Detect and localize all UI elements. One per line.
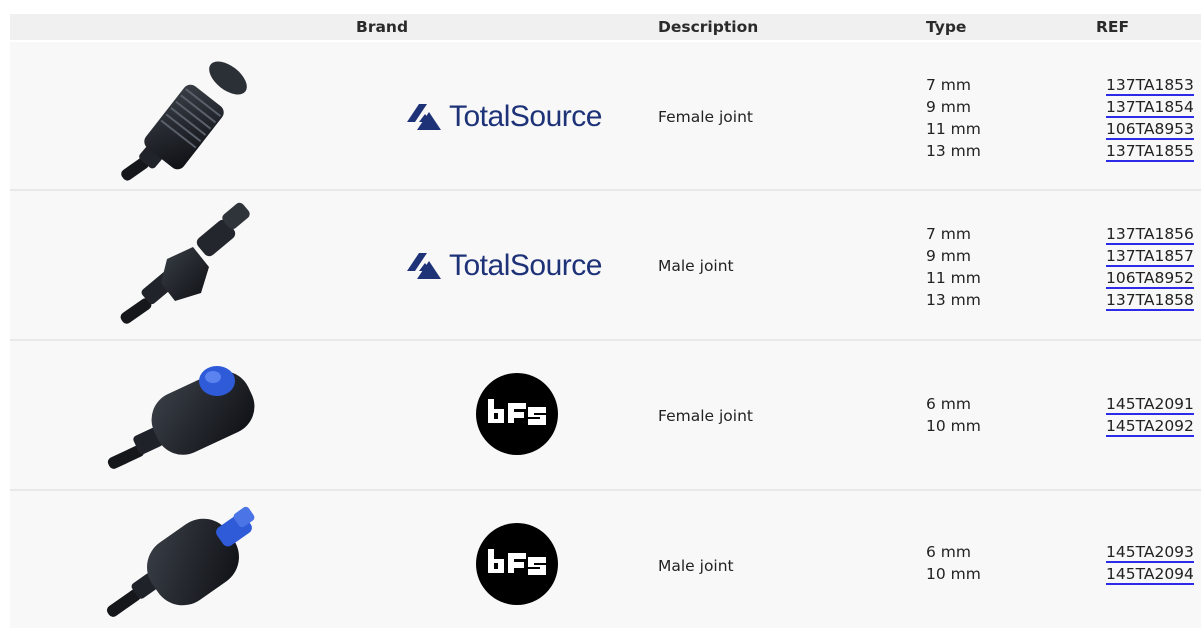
type-item: 6 mm [926,543,971,561]
ref-link[interactable]: 137TA1853 [1106,76,1194,96]
ref-link[interactable]: 145TA2093 [1106,543,1194,563]
brand-name: TotalSource [449,100,602,133]
female-quick-coupler-image [105,347,265,487]
ref-link[interactable]: 106TA8953 [1106,120,1194,140]
ref-list: 137TA1853 137TA1854 106TA8953 137TA1855 [1106,74,1194,162]
header-ref: REF [1096,18,1130,36]
type-item: 11 mm [926,120,981,138]
bfs-logo [476,373,558,455]
totalsource-logo: TotalSource [405,97,610,137]
table-row: Male joint 6 mm 10 mm 145TA2093 145TA209… [10,491,1201,628]
ref-link[interactable]: 137TA1854 [1106,98,1194,118]
table-row: Female joint 6 mm 10 mm 145TA2091 145TA2… [10,341,1201,489]
row-description: Female joint [658,108,753,126]
bfs-logo-icon [476,523,558,605]
type-list: 6 mm 10 mm [926,541,981,585]
table-row: TotalSource Female joint 7 mm 9 mm 11 mm… [10,42,1201,190]
totalsource-logo: TotalSource [405,246,610,286]
type-list: 7 mm 9 mm 11 mm 13 mm [926,74,981,162]
type-item: 13 mm [926,291,981,309]
ref-link[interactable]: 137TA1857 [1106,247,1194,267]
ref-link[interactable]: 106TA8952 [1106,269,1194,289]
ref-link[interactable]: 137TA1855 [1106,142,1194,162]
type-item: 11 mm [926,269,981,287]
ref-link[interactable]: 137TA1856 [1106,225,1194,245]
ref-list: 145TA2091 145TA2092 [1106,393,1194,437]
totalsource-mark-icon [407,253,441,279]
type-item: 6 mm [926,395,971,413]
header-description: Description [658,18,759,36]
row-description: Male joint [658,557,734,575]
header-brand: Brand [356,18,409,36]
totalsource-mark-icon [407,104,441,130]
table-header: Brand Description Type REF [10,14,1201,40]
type-item: 7 mm [926,225,971,243]
type-item: 10 mm [926,565,981,583]
type-list: 7 mm 9 mm 11 mm 13 mm [926,223,981,311]
brand-name: TotalSource [449,249,602,282]
bfs-logo-icon [476,373,558,455]
type-item: 9 mm [926,247,971,265]
product-table: Brand Description Type REF TotalSource F… [0,0,1201,628]
header-type: Type [926,18,967,36]
ref-list: 145TA2093 145TA2094 [1106,541,1194,585]
row-description: Male joint [658,257,734,275]
ref-link[interactable]: 137TA1858 [1106,291,1194,311]
type-item: 9 mm [926,98,971,116]
bfs-logo [476,523,558,605]
table-row: TotalSource Male joint 7 mm 9 mm 11 mm 1… [10,191,1201,339]
row-description: Female joint [658,407,753,425]
female-threaded-joint-image [105,48,265,188]
type-item: 7 mm [926,76,971,94]
type-list: 6 mm 10 mm [926,393,981,437]
ref-list: 137TA1856 137TA1857 106TA8952 137TA1858 [1106,223,1194,311]
ref-link[interactable]: 145TA2094 [1106,565,1194,585]
male-quick-coupler-image [105,497,265,637]
type-item: 10 mm [926,417,981,435]
ref-link[interactable]: 145TA2092 [1106,417,1194,437]
male-threaded-joint-image [105,197,265,337]
ref-link[interactable]: 145TA2091 [1106,395,1194,415]
type-item: 13 mm [926,142,981,160]
